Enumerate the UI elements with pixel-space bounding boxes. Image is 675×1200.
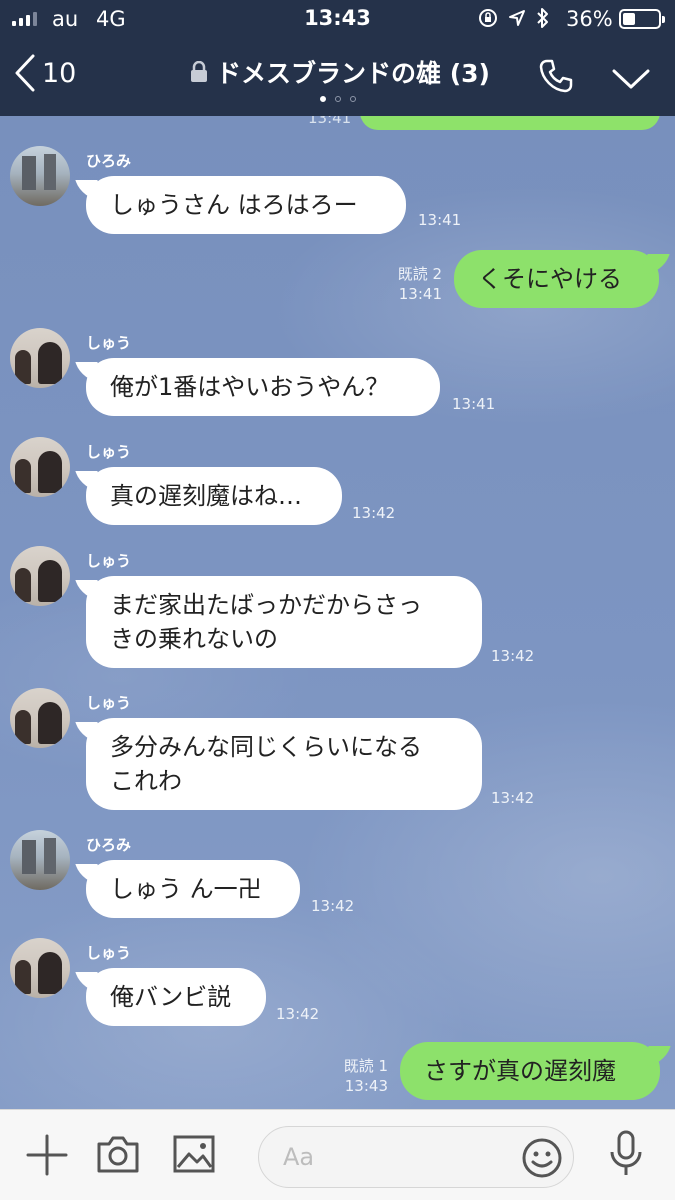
- message-text-line: これわ: [110, 767, 182, 795]
- battery-percent: 36%: [566, 7, 613, 31]
- smiley-icon: [522, 1138, 562, 1178]
- bluetooth-icon: [537, 8, 548, 28]
- read-receipt: 既読 1: [343, 1057, 388, 1075]
- message-bubble[interactable]: しゅう ん一卍: [86, 860, 300, 918]
- sender-name: しゅう: [86, 443, 132, 461]
- message-time: 13:42: [352, 504, 396, 522]
- message-text: くそにやける: [478, 265, 622, 293]
- message-bubble[interactable]: 俺が1番はやいおうやん？: [86, 358, 440, 416]
- message-text: しゅう ん一卍: [110, 875, 262, 903]
- back-chevron-icon: [15, 54, 35, 92]
- sender-name: しゅう: [86, 944, 132, 962]
- message-time: 13:41: [418, 211, 462, 229]
- message-meta: 既読 1 13:43: [326, 1056, 388, 1096]
- status-icons: [478, 7, 550, 29]
- image-button[interactable]: [172, 1134, 216, 1178]
- orientation-lock-icon: [479, 9, 497, 27]
- back-button[interactable]: 10: [14, 54, 76, 92]
- phone-icon: [539, 59, 573, 93]
- plus-icon: [26, 1134, 68, 1176]
- message-text: しゅうさん はろはろー: [110, 191, 358, 219]
- chevron-down-icon: [612, 69, 650, 89]
- camera-button[interactable]: [96, 1134, 140, 1178]
- message-text: さすが真の遅刻魔: [424, 1057, 616, 1085]
- page-dot: [334, 96, 341, 102]
- lock-icon: [191, 61, 208, 82]
- message-bubble[interactable]: くそにやける: [454, 250, 659, 308]
- message-time: 13:42: [311, 897, 355, 915]
- avatar[interactable]: [10, 328, 70, 388]
- battery-icon: [619, 9, 665, 29]
- image-icon: [173, 1135, 215, 1173]
- avatar[interactable]: [10, 146, 70, 206]
- sender-name: ひろみ: [86, 836, 132, 854]
- sender-name: しゅう: [86, 552, 132, 570]
- message-bubble[interactable]: 俺バンビ説: [86, 968, 266, 1026]
- chat-title[interactable]: ドメスブランドの雄 (3): [170, 54, 510, 90]
- message-time: 13:41: [308, 116, 352, 127]
- page-dot: [349, 96, 356, 102]
- read-receipt: 既読 2: [397, 265, 442, 283]
- emoji-button[interactable]: [521, 1137, 563, 1183]
- message-time: 13:43: [344, 1077, 388, 1095]
- input-bar: [0, 1109, 675, 1200]
- call-button[interactable]: [538, 58, 574, 98]
- voice-button[interactable]: [606, 1130, 646, 1182]
- message-bubble[interactable]: 多分みんな同じくらいになる これわ: [86, 718, 482, 810]
- message-text-line: きの乗れないの: [110, 625, 278, 653]
- message-time: 13:42: [491, 647, 535, 665]
- message-bubble[interactable]: しゅうさん はろはろー: [86, 176, 406, 234]
- avatar[interactable]: [10, 830, 70, 890]
- microphone-icon: [610, 1130, 642, 1175]
- sender-name: しゅう: [86, 694, 132, 712]
- camera-icon: [97, 1136, 139, 1173]
- message-time: 13:42: [491, 789, 535, 807]
- chat-header: 10 ドメスブランドの雄 (3): [0, 38, 675, 116]
- message-text-line: 多分みんな同じくらいになる: [110, 733, 422, 761]
- sender-name: しゅう: [86, 334, 132, 352]
- message-text-line: まだ家出たばっかだからさっ: [110, 591, 422, 619]
- avatar[interactable]: [10, 938, 70, 998]
- message-input[interactable]: [283, 1139, 503, 1175]
- message-time: 13:41: [452, 395, 496, 413]
- avatar[interactable]: [10, 437, 70, 497]
- message-bubble[interactable]: 真の遅刻魔はね…: [86, 467, 342, 525]
- avatar[interactable]: [10, 546, 70, 606]
- chat-area[interactable]: 13:41 ひろみ しゅうさん はろはろー 13:41 既読 2 13:41 く…: [0, 116, 675, 1109]
- location-icon: [509, 10, 525, 26]
- status-bar: au 4G 13:43 36%: [0, 0, 675, 38]
- message-text: 真の遅刻魔はね…: [110, 482, 302, 510]
- message-text: 俺バンビ説: [110, 983, 232, 1011]
- add-button[interactable]: [26, 1134, 68, 1180]
- message-bubble[interactable]: まだ家出たばっかだからさっ きの乗れないの: [86, 576, 482, 668]
- unread-count: 10: [42, 57, 77, 89]
- message-time: 13:42: [276, 1005, 320, 1023]
- previous-message-bubble[interactable]: [360, 116, 660, 130]
- sender-name: ひろみ: [86, 152, 132, 170]
- message-bubble[interactable]: さすが真の遅刻魔: [400, 1042, 660, 1100]
- message-meta: 既読 2 13:41: [380, 264, 442, 304]
- page-dot: [319, 96, 326, 102]
- message-text: 俺が1番はやいおうやん？: [110, 373, 390, 401]
- chat-title-text: ドメスブランドの雄 (3): [216, 59, 490, 88]
- menu-button[interactable]: [612, 68, 650, 94]
- message-time: 13:41: [398, 285, 442, 303]
- message-input-field[interactable]: [258, 1126, 574, 1188]
- avatar[interactable]: [10, 688, 70, 748]
